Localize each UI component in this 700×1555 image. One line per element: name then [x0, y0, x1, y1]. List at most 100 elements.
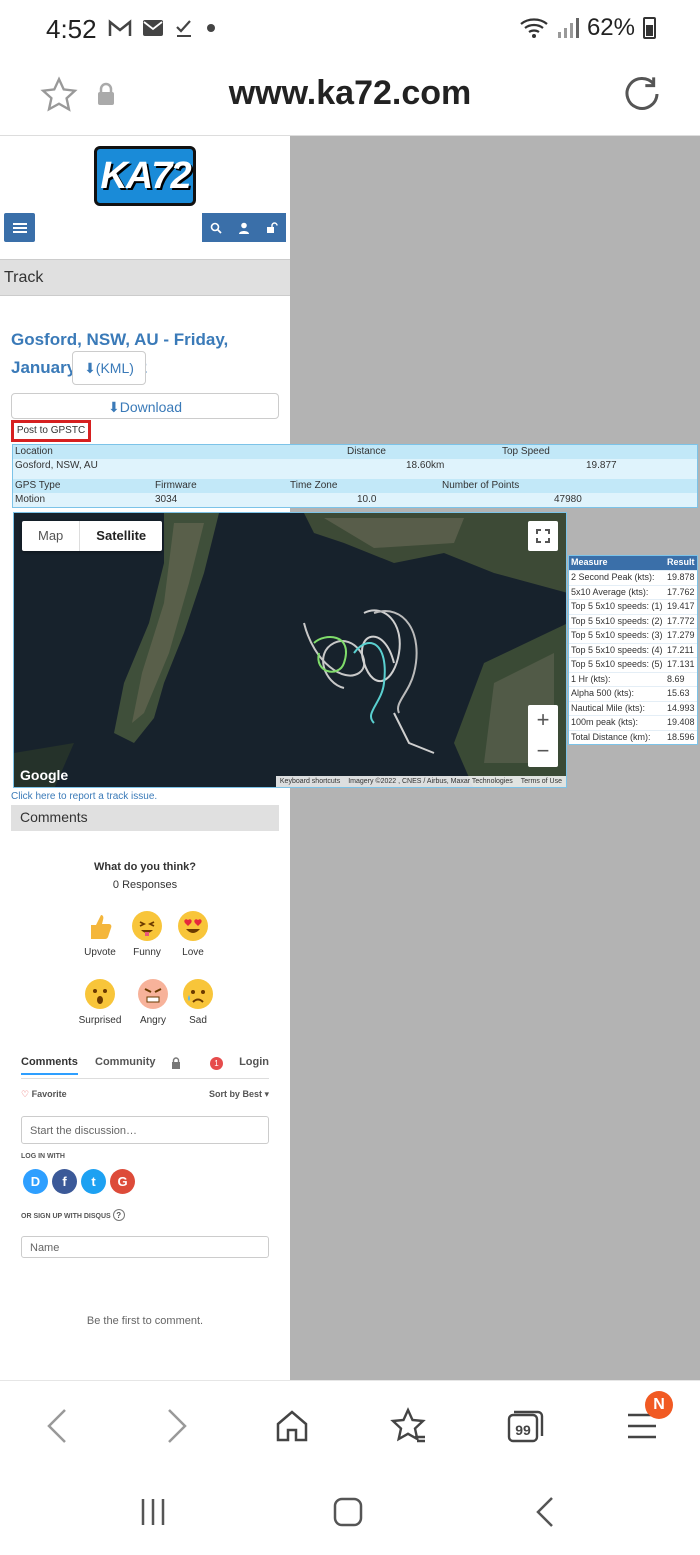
result-measure: Nautical Mile (kts): — [571, 702, 646, 713]
info-value: Gosford, NSW, AU — [15, 460, 98, 471]
web-page: KA72 Track Gosford, NSW, AU - Friday, Ja… — [0, 136, 700, 1380]
sad-emoji-icon — [183, 979, 213, 1009]
menu-button[interactable] — [4, 213, 35, 242]
tabs-icon: 99 — [507, 1410, 544, 1443]
logo-text: KA72 — [100, 155, 191, 197]
svg-text:99: 99 — [515, 1422, 531, 1438]
home-button[interactable] — [267, 1403, 317, 1449]
google-login-icon[interactable]: G — [110, 1169, 135, 1194]
empty-comments-message: Be the first to comment. — [86, 1315, 204, 1327]
results-row: 5x10 Average (kts): 17.762 — [569, 584, 697, 600]
zoom-out-button[interactable]: − — [528, 736, 558, 767]
hamburger-icon — [12, 222, 27, 233]
notification-badge: N — [645, 1391, 673, 1419]
name-input[interactable]: Name — [21, 1236, 269, 1258]
results-row: Top 5 5x10 speeds: (5) 17.131 — [569, 657, 697, 672]
info-header: Time Zone — [290, 480, 338, 491]
result-value: 19.878 — [667, 572, 695, 582]
tabs-divider — [21, 1078, 269, 1079]
download-label: Download — [119, 399, 182, 415]
result-measure: Top 5 5x10 speeds: (5) — [571, 659, 663, 669]
forward-button[interactable] — [152, 1403, 202, 1449]
social-login-buttons: D f t G — [23, 1169, 135, 1194]
terms-link[interactable]: Terms of Use — [521, 776, 562, 787]
bookmarks-star-icon — [390, 1407, 426, 1443]
result-value: 17.211 — [667, 644, 694, 655]
twitter-login-icon[interactable]: t — [81, 1169, 106, 1194]
reaction-love[interactable]: Love — [163, 911, 223, 958]
results-table: Measure Result 2 Second Peak (kts): 19.87… — [568, 555, 698, 745]
tab-community[interactable]: Community — [95, 1056, 156, 1068]
download-button[interactable]: ⬇Download — [11, 393, 279, 419]
track-title: Gosford, NSW, AU - Friday, January 14, 2… — [11, 330, 229, 377]
info-value-row: Gosford, NSW, AU 18.60km 19.877 — [13, 459, 697, 473]
disqus-widget: What do you think? 0 Responses Upvote Fu… — [11, 831, 279, 1380]
recents-button[interactable] — [136, 1494, 170, 1530]
back-button[interactable] — [32, 1403, 82, 1449]
results-header-result: Result — [667, 557, 695, 567]
favorite-label: Favorite — [31, 1089, 67, 1099]
map-tab[interactable]: Map — [22, 521, 79, 551]
info-value: 3034 — [155, 494, 178, 505]
favorite-button[interactable]: ♡ Favorite — [21, 1089, 67, 1100]
info-header: Distance — [347, 446, 386, 457]
report-issue-link[interactable]: Click here to report a track issue. — [11, 791, 157, 802]
info-header: Number of Points — [442, 480, 520, 491]
user-tools — [202, 213, 286, 242]
track-map[interactable]: Map Satellite + − Google Keyboard shortc… — [13, 512, 567, 788]
kml-button[interactable]: ⬇(KML) — [72, 351, 146, 385]
thumbs-up-icon — [85, 911, 115, 941]
tab-comments[interactable]: Comments — [21, 1056, 78, 1075]
status-system-icons: 62% — [519, 14, 656, 42]
result-value: 17.131 — [667, 659, 695, 669]
start-discussion-input[interactable]: Start the discussion… — [21, 1116, 269, 1144]
info-value: 47980 — [554, 494, 582, 505]
surprised-emoji-icon — [85, 979, 115, 1009]
site-logo[interactable]: KA72 — [94, 146, 196, 206]
login-button[interactable]: Login — [239, 1056, 269, 1068]
satellite-tab[interactable]: Satellite — [79, 521, 162, 551]
zoom-in-button[interactable]: + — [528, 705, 558, 736]
search-icon[interactable] — [210, 222, 222, 234]
post-to-gpstc-button[interactable]: Post to GPSTC — [11, 420, 91, 442]
system-nav-bar — [0, 1470, 700, 1555]
lock-icon — [172, 1057, 180, 1069]
reload-icon[interactable] — [622, 74, 662, 114]
facebook-login-icon[interactable]: f — [52, 1169, 77, 1194]
tabs-button[interactable]: 99 — [500, 1403, 550, 1449]
sort-label: Sort by Best — [208, 1089, 262, 1099]
result-measure: Alpha 500 (kts): — [571, 688, 635, 698]
bookmarks-button[interactable] — [383, 1403, 433, 1449]
chevron-left-icon — [47, 1409, 66, 1443]
track-info-table: Location Distance Top Speed Gosford, NSW… — [12, 444, 698, 508]
wifi-icon — [520, 18, 548, 38]
back-chevron-icon — [536, 1497, 553, 1527]
response-count: 0 Responses — [112, 879, 178, 891]
user-icon[interactable] — [238, 222, 250, 234]
browser-toolbar: 99 N — [0, 1380, 700, 1470]
recents-icon — [141, 1499, 165, 1525]
satellite-imagery — [14, 513, 566, 787]
heart-icon: ♡ — [21, 1089, 30, 1099]
results-row: 1 Hr (kts): 8.69 — [569, 671, 697, 687]
keyboard-shortcuts-link[interactable]: Keyboard shortcuts — [280, 776, 340, 787]
menu-button-browser[interactable]: N — [617, 1391, 673, 1449]
info-header-row: GPS Type Firmware Time Zone Number of Po… — [13, 479, 697, 493]
kml-label: (KML) — [95, 360, 134, 376]
home-nav-button[interactable] — [329, 1494, 367, 1530]
back-nav-button[interactable] — [530, 1494, 560, 1530]
unlock-icon[interactable] — [266, 221, 278, 234]
info-header: Top Speed — [502, 446, 550, 457]
fullscreen-icon — [536, 529, 550, 543]
fullscreen-button[interactable] — [528, 521, 558, 551]
help-icon[interactable]: ? — [112, 1209, 125, 1221]
reaction-sad[interactable]: Sad — [168, 979, 228, 1026]
disqus-tabs: Comments Community 1 Login — [21, 1056, 269, 1078]
reaction-surprised[interactable]: Surprised — [70, 979, 130, 1026]
url-text[interactable]: www.ka72.com — [0, 74, 700, 113]
sort-dropdown[interactable]: Sort by Best ▾ — [209, 1089, 269, 1100]
result-value: 19.408 — [667, 717, 695, 727]
disqus-login-icon[interactable]: D — [23, 1169, 48, 1194]
status-notification-icons — [108, 18, 218, 38]
result-value: 19.417 — [667, 601, 695, 611]
